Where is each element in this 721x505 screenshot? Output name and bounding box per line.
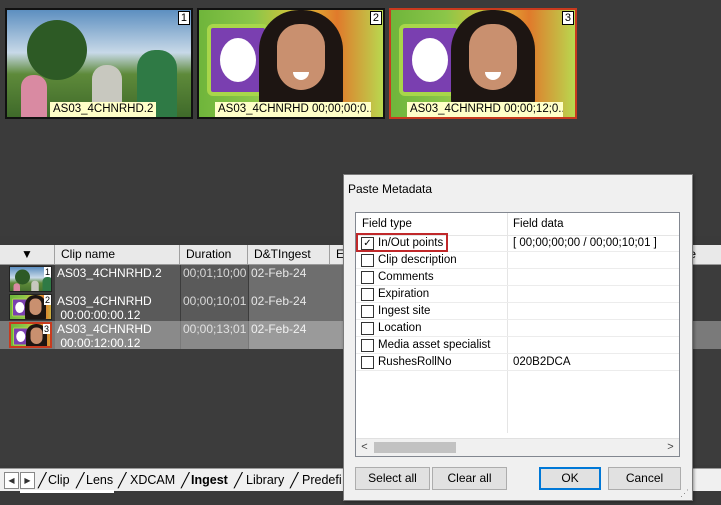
thumbnail-number: 2 bbox=[369, 11, 382, 25]
field-label: Ingest site bbox=[378, 305, 431, 317]
field-row-location[interactable]: Location bbox=[356, 320, 679, 337]
thumbnail-image bbox=[391, 10, 575, 117]
grid-horizontal-scrollbar[interactable]: < > bbox=[356, 438, 679, 456]
thumbnail-number: 1 bbox=[177, 11, 190, 25]
clip-name-cell: AS03_4CHNRHD 00:00:00:00.12 bbox=[55, 293, 180, 322]
tab-ingest[interactable]: Ingest bbox=[187, 471, 232, 489]
ingest-site-checkbox[interactable] bbox=[361, 305, 374, 318]
tab-clip[interactable]: Clip bbox=[44, 471, 74, 489]
clip-row-thumbnail: 2 bbox=[9, 294, 52, 320]
field-label: Expiration bbox=[378, 288, 430, 300]
field-row-comments[interactable]: Comments bbox=[356, 269, 679, 286]
field-row-ingest-site[interactable]: Ingest site bbox=[356, 303, 679, 320]
rushes-roll-no-checkbox[interactable] bbox=[361, 356, 374, 369]
scroll-right-icon[interactable]: > bbox=[662, 439, 679, 456]
column-clip-name[interactable]: Clip name bbox=[55, 245, 180, 264]
tab-library[interactable]: Library bbox=[242, 471, 288, 489]
metadata-field-grid: Field type Field data ✓ In/Out points [ … bbox=[355, 212, 680, 457]
thumbnail-caption: AS03_4CHNRHD 00;00;12;0... bbox=[407, 102, 563, 117]
column-ingest-date[interactable]: D&TIngest bbox=[248, 245, 330, 264]
in-out-points-checkbox[interactable]: ✓ bbox=[361, 237, 374, 250]
field-data: [ 00;00;00;00 / 00;00;10;01 ] bbox=[513, 237, 657, 249]
clip-row-thumbnail: 3 bbox=[9, 322, 52, 348]
ok-button[interactable]: OK bbox=[539, 467, 601, 490]
duration-cell: 00;00;13;01 bbox=[181, 321, 248, 349]
column-field-data: Field data bbox=[513, 218, 564, 230]
thumbnail-caption: AS03_4CHNRHD.2 bbox=[50, 102, 157, 117]
tab-next-button[interactable]: ▶ bbox=[20, 472, 35, 489]
clip-row-thumbnail: 1 bbox=[9, 266, 52, 292]
cancel-button[interactable]: Cancel bbox=[608, 467, 681, 490]
field-row-clip-description[interactable]: Clip description bbox=[356, 252, 679, 269]
tab-separator: ╱ bbox=[290, 472, 299, 488]
clip-name-cell: AS03_4CHNRHD.2 bbox=[55, 265, 180, 293]
dialog-title: Paste Metadata bbox=[348, 182, 433, 196]
clip-thumbnail-2[interactable]: 2 AS03_4CHNRHD 00;00;00;0... bbox=[197, 8, 385, 119]
ingest-date-cell: 02-Feb-24 bbox=[249, 293, 343, 321]
clip-description-checkbox[interactable] bbox=[361, 254, 374, 267]
tab-separator: ╱ bbox=[234, 472, 243, 488]
clear-all-button[interactable]: Clear all bbox=[432, 467, 507, 490]
row-number: 2 bbox=[43, 295, 51, 305]
resize-grip-icon[interactable]: ⋰ bbox=[680, 488, 690, 498]
column-duration[interactable]: Duration bbox=[180, 245, 248, 264]
field-data: 020B2DCA bbox=[513, 356, 571, 368]
tab-separator: ╱ bbox=[118, 472, 127, 488]
tab-scroll-indicator[interactable] bbox=[20, 490, 114, 493]
field-label: RushesRollNo bbox=[378, 356, 452, 368]
scroll-left-icon[interactable]: < bbox=[356, 439, 373, 456]
field-row-media-asset-specialist[interactable]: Media asset specialist bbox=[356, 337, 679, 354]
clip-name-cell: AS03_4CHNRHD 00:00:12:00.12 bbox=[55, 321, 180, 350]
duration-cell: 00;01;10;00 bbox=[181, 265, 248, 293]
duration-cell: 00;00;10;01 bbox=[181, 293, 248, 321]
row-number: 1 bbox=[43, 267, 51, 277]
media-asset-specialist-checkbox[interactable] bbox=[361, 339, 374, 352]
comments-checkbox[interactable] bbox=[361, 271, 374, 284]
select-all-button[interactable]: Select all bbox=[355, 467, 430, 490]
expiration-checkbox[interactable] bbox=[361, 288, 374, 301]
clip-thumbnail-3[interactable]: 3 AS03_4CHNRHD 00;00;12;0... bbox=[389, 8, 577, 119]
ingest-date-cell: 02-Feb-24 bbox=[249, 321, 343, 349]
scrollbar-thumb[interactable] bbox=[374, 442, 456, 453]
tab-xdcam[interactable]: XDCAM bbox=[126, 471, 179, 489]
field-row-rushes-roll-no[interactable]: RushesRollNo 020B2DCA bbox=[356, 354, 679, 371]
paste-metadata-dialog: Paste Metadata Field type Field data ✓ I… bbox=[343, 174, 693, 501]
tab-prev-button[interactable]: ◀ bbox=[4, 472, 19, 489]
ingest-date-cell: 02-Feb-24 bbox=[249, 265, 343, 293]
row-number: 3 bbox=[42, 324, 50, 334]
field-label: Comments bbox=[378, 271, 434, 283]
thumbnail-image bbox=[7, 10, 191, 117]
field-row-in-out-points[interactable]: ✓ In/Out points [ 00;00;00;00 / 00;00;10… bbox=[356, 233, 679, 252]
tab-predefined[interactable]: Predefi bbox=[298, 471, 346, 489]
thumbnail-number: 3 bbox=[561, 11, 574, 25]
sort-arrow-icon[interactable]: ▼ bbox=[0, 245, 55, 264]
column-field-type: Field type bbox=[362, 218, 412, 230]
field-label: In/Out points bbox=[378, 237, 444, 249]
clip-thumbnail-1[interactable]: 1 AS03_4CHNRHD.2 bbox=[5, 8, 193, 119]
location-checkbox[interactable] bbox=[361, 322, 374, 335]
field-label: Location bbox=[378, 322, 422, 334]
field-label: Clip description bbox=[378, 254, 457, 266]
field-row-expiration[interactable]: Expiration bbox=[356, 286, 679, 303]
tab-lens[interactable]: Lens bbox=[82, 471, 117, 489]
field-label: Media asset specialist bbox=[378, 339, 491, 351]
thumbnail-caption: AS03_4CHNRHD 00;00;00;0... bbox=[215, 102, 371, 117]
thumbnail-image bbox=[199, 10, 383, 117]
